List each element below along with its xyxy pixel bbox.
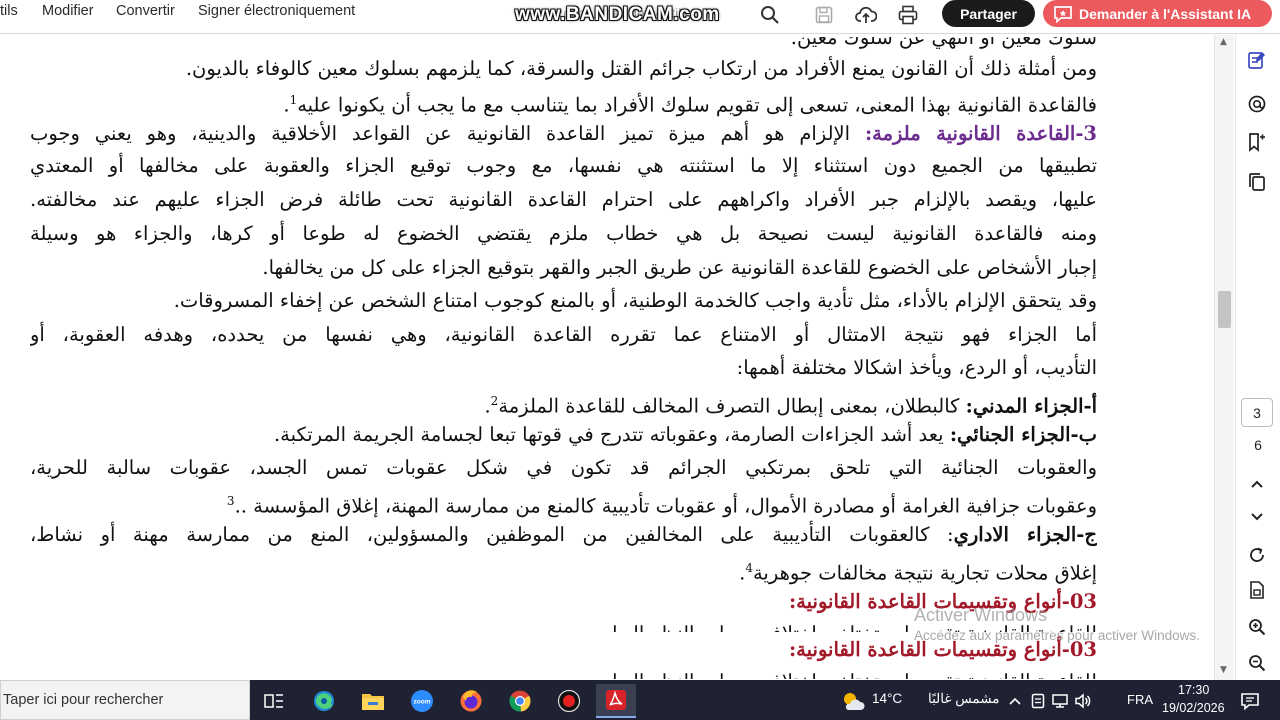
edge-browser-icon[interactable] <box>304 684 344 718</box>
menu-edit[interactable]: Modifier <box>42 3 94 19</box>
footnote-ref-3: 3 <box>226 494 235 508</box>
menu-esign[interactable]: Signer électroniquement <box>198 3 355 19</box>
doc-line-1: سلوك معين أو النهي عن سلوك معين. <box>790 35 1097 49</box>
scroll-up-arrow-icon[interactable]: ▲ <box>1220 37 1227 47</box>
file-explorer-icon[interactable] <box>353 684 393 718</box>
doc-line-9: وقد يتحقق الإلزام بالأداء، مثل تأدية واج… <box>173 289 1097 312</box>
doc-line-13-text: يعد أشد الجزاءات الصارمة، وعقوباته تتدرج… <box>273 423 950 446</box>
copy-pages-icon[interactable] <box>1246 171 1268 193</box>
footnote-ref-4: 4 <box>745 561 753 575</box>
share-button[interactable]: Partager <box>942 0 1035 27</box>
label-admin-colon: : <box>947 523 954 546</box>
ask-ai-assistant-button[interactable]: Demander à l'Assistant IA <box>1043 0 1272 27</box>
comment-icon[interactable] <box>1246 93 1268 115</box>
document-page: سلوك معين أو النهي عن سلوك معين. ومن أمث… <box>0 35 1214 679</box>
doc-line-17: إغلاق محلات تجارية نتيجة مخالفات جوهرية4… <box>739 553 1097 589</box>
doc-line-16: ج-الجزاء الاداري: كالعقوبات التأديبية عل… <box>30 520 1097 552</box>
doc-line-3-text: فالقاعدة القانونية بهذا المعنى، تسعى إلى… <box>297 93 1097 117</box>
refresh-icon[interactable] <box>1246 544 1268 566</box>
firefox-icon[interactable] <box>451 684 491 718</box>
doc-line-2: ومن أمثلة ذلك أن القانون يمنع الأفراد من… <box>185 57 1097 80</box>
top-toolbar: tils Modifier Convertir Signer électroni… <box>0 0 1280 34</box>
weather-description[interactable]: مشمس غالبًا <box>928 691 1000 707</box>
total-pages-label: 6 <box>1254 437 1262 453</box>
current-page-field[interactable]: 3 <box>1241 398 1273 427</box>
doc-line-12: أ-الجزاء المدني: كالبطلان، بمعنى إبطال ا… <box>484 386 1097 422</box>
scrollbar-thumb[interactable] <box>1218 291 1231 328</box>
upload-cloud-icon[interactable] <box>853 2 879 28</box>
menu-tools[interactable]: tils <box>0 3 18 19</box>
zoom-app-icon[interactable]: zoom <box>402 684 442 718</box>
weather-temperature[interactable]: 14°C <box>872 691 902 706</box>
label-admin-sanction: ج-الجزاء الاداري <box>953 523 1097 546</box>
taskbar-search-input[interactable]: Taper ici pour rechercher <box>0 680 250 720</box>
recorder-watermark: www.BANDICAM.com <box>515 4 720 25</box>
vertical-scrollbar[interactable]: ▲ ▼ <box>1214 35 1234 680</box>
next-page-chevron-down-icon[interactable] <box>1246 506 1268 528</box>
doc-line-5: تطبيقها من الجميع دون استثناء إلا ما است… <box>30 154 1097 177</box>
doc-line-15: وعقوبات جزافية الغرامة أو مصادرة الأموال… <box>227 486 1097 522</box>
doc-line-12-text: كالبطلان، بمعنى إبطال التصرف المخالف للق… <box>498 394 966 418</box>
right-tools-sidebar: 3 6 <box>1235 35 1280 680</box>
doc-line-21: للقاعدة القانونية تقسيمات تختلف باختلاف … <box>612 667 1097 679</box>
doc-line-17-text: إغلاق محلات تجارية نتيجة مخالفات جوهرية <box>752 561 1097 585</box>
doc-line-4: 3-القاعدة القانونية ملزمة: الإلزام هو أه… <box>30 119 1097 151</box>
doc-line-4-text: الإلزام هو أهم ميزة تميز القاعدة القانون… <box>30 122 851 145</box>
doc-line-6: عليها، ويقصد بالإلزام جبر الأفراد واكراه… <box>30 188 1097 211</box>
doc-line-8: إجبار الأشخاص على الخضوع للقاعدة القانون… <box>262 256 1097 279</box>
show-hidden-icons-chevron-icon[interactable] <box>1003 684 1027 718</box>
chrome-icon[interactable] <box>500 684 540 718</box>
zoom-out-icon[interactable] <box>1246 652 1268 674</box>
activate-windows-title: Activer Windows <box>914 605 1048 625</box>
save-icon[interactable] <box>811 2 837 28</box>
network-icon[interactable] <box>1049 684 1071 718</box>
doc-line-16-text: كالعقوبات التأديبية على المخالفين من الم… <box>30 523 948 546</box>
acrobat-pdf-icon[interactable] <box>596 684 636 718</box>
doc-line-10: أما الجزاء فهو نتيجة الامتثال أو الامتنا… <box>30 323 1097 346</box>
label-civil-sanction: أ-الجزاء المدني: <box>965 394 1097 418</box>
search-icon[interactable] <box>757 2 783 28</box>
previous-page-chevron-up-icon[interactable] <box>1246 473 1268 495</box>
heading-binding-rule: 3-القاعدة القانونية ملزمة: <box>864 122 1097 145</box>
zoom-in-icon[interactable] <box>1246 616 1268 638</box>
doc-line-11: التأديب، أو الردع، ويأخذ اشكالا مختلفة أ… <box>736 356 1097 379</box>
clock-date[interactable]: 19/02/2026 <box>1162 701 1225 715</box>
ai-chat-icon <box>1053 5 1073 23</box>
notifications-icon[interactable] <box>1236 684 1264 718</box>
print-icon[interactable] <box>895 2 921 28</box>
svg-text:zoom: zoom <box>414 699 431 706</box>
fit-page-icon[interactable] <box>1246 579 1268 601</box>
security-icon[interactable] <box>1027 684 1049 718</box>
weather-sun-cloud-icon[interactable] <box>836 684 870 718</box>
doc-line-3: فالقاعدة القانونية بهذا المعنى، تسعى إلى… <box>283 85 1097 121</box>
ask-ai-assistant-label: Demander à l'Assistant IA <box>1079 5 1252 22</box>
volume-icon[interactable] <box>1071 684 1095 718</box>
scroll-down-arrow-icon[interactable]: ▼ <box>1220 665 1227 675</box>
doc-line-7: ومنه فالقاعدة القانونية ليست نصيحة بل هي… <box>30 222 1097 245</box>
keyboard-language[interactable]: FRA <box>1127 692 1153 707</box>
clock-time[interactable]: 17:30 <box>1178 683 1209 697</box>
doc-line-13: ب-الجزاء الجنائي: يعد أشد الجزاءات الصار… <box>274 420 1097 450</box>
doc-line-14: والعقوبات الجنائية التي تلحق بمرتكبي الج… <box>30 456 1097 479</box>
task-view-icon[interactable] <box>254 684 294 718</box>
activate-windows-subtitle: Accédez aux paramètres pour activer Wind… <box>914 628 1200 643</box>
edit-pdf-icon[interactable] <box>1246 49 1268 71</box>
menu-convert[interactable]: Convertir <box>116 3 175 19</box>
label-criminal-sanction: ب-الجزاء الجنائي: <box>949 423 1097 446</box>
bookmark-icon[interactable] <box>1246 131 1268 153</box>
bandicam-record-icon[interactable] <box>549 684 589 718</box>
doc-line-15-text: وعقوبات جزافية الغرامة أو مصادرة الأموال… <box>234 494 1097 518</box>
windows-taskbar: Taper ici pour rechercher zoom 14°C مشمس… <box>0 680 1280 720</box>
